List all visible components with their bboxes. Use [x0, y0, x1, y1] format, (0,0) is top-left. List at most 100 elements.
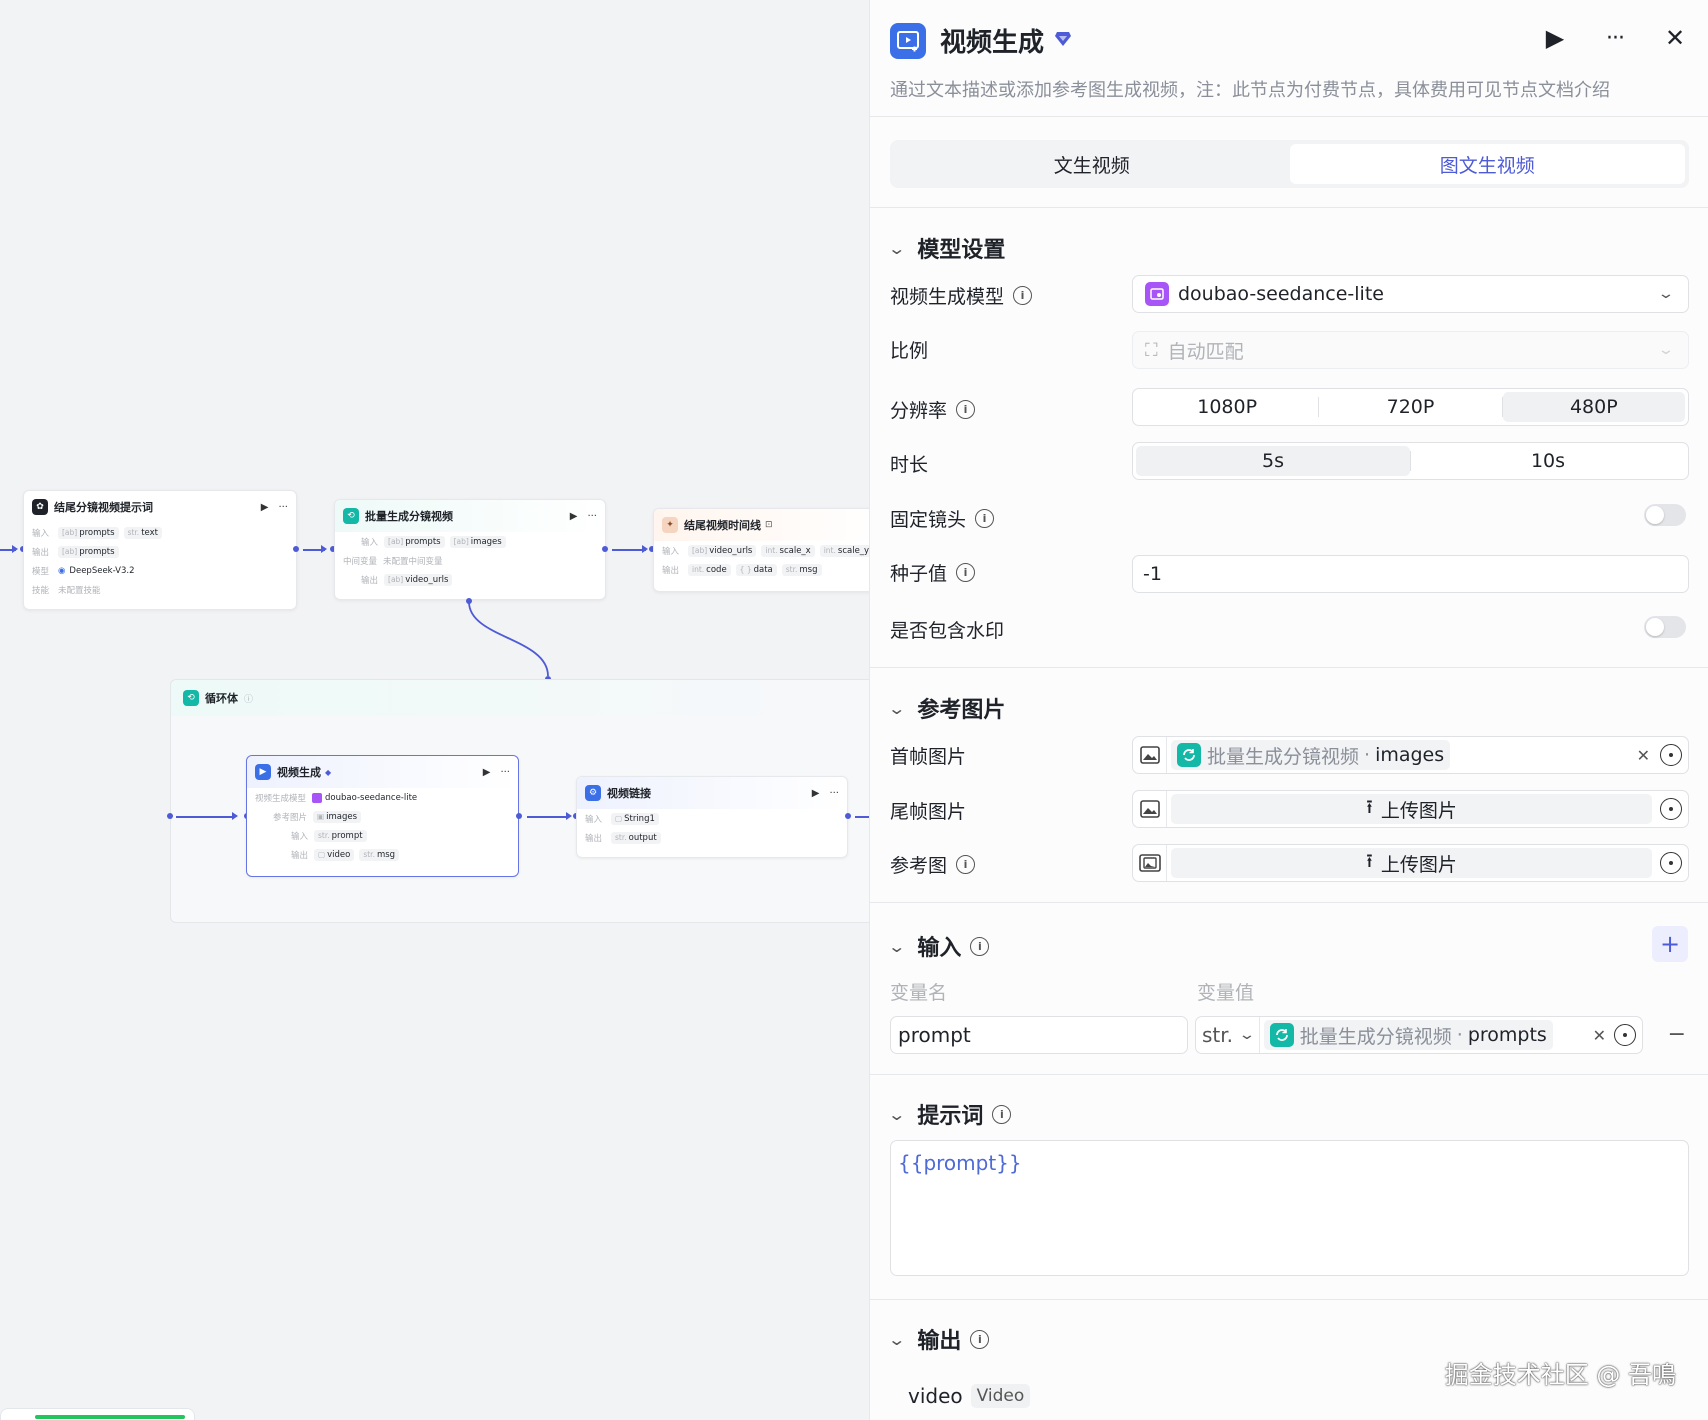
- more-icon[interactable]: ···: [829, 788, 839, 799]
- variable-name-value: prompt: [898, 1023, 971, 1047]
- edge-arrow: [12, 545, 18, 553]
- node-batch[interactable]: ⟲ 批量生成分镜视频 ▶ ··· 输入 [ab] prompts [ab] image…: [334, 499, 606, 600]
- section-prompt-header[interactable]: ⌄ 提示词 i: [887, 1098, 1012, 1130]
- upload-button[interactable]: ⭱ 上传图片: [1171, 848, 1652, 878]
- node-row-input: 输入 [ab] prompts str. text: [24, 523, 296, 542]
- more-icon[interactable]: ···: [1602, 26, 1628, 51]
- section-ref-header[interactable]: ⌄ 参考图片: [887, 692, 1005, 724]
- fixed-camera-toggle[interactable]: [1644, 504, 1686, 526]
- var-tag: [ab] video_urls: [688, 544, 757, 557]
- workflow-canvas[interactable]: ✿ 结尾分镜视频提示词 ▶ ··· 输入 [ab] prompts str. text…: [0, 0, 869, 1420]
- expand-icon: ⛶: [1145, 339, 1158, 361]
- resolution-option-480p[interactable]: 480P: [1502, 392, 1685, 422]
- section-title: 输出: [917, 1329, 962, 1354]
- variable-picker-icon[interactable]: [1660, 798, 1682, 820]
- row-label: 输出: [585, 833, 603, 844]
- info-icon[interactable]: i: [975, 509, 995, 528]
- section-input-header[interactable]: ⌄ 输入 i: [887, 930, 990, 962]
- clear-icon[interactable]: ✕: [1593, 1026, 1606, 1045]
- variable-reference-chip[interactable]: 批量生成分镜视频 · prompts: [1263, 1020, 1553, 1050]
- section-output-header[interactable]: ⌄ 输出 i: [887, 1323, 990, 1355]
- duration-option-5s[interactable]: 5s: [1136, 446, 1410, 476]
- resolution-option-720p[interactable]: 720P: [1319, 392, 1501, 422]
- run-icon[interactable]: ▶: [261, 502, 269, 513]
- prompt-textarea[interactable]: {{prompt}}: [890, 1140, 1689, 1276]
- video-icon: [890, 22, 926, 59]
- watermark-toggle[interactable]: [1644, 616, 1686, 638]
- info-icon: ⓘ: [244, 694, 254, 705]
- info-icon[interactable]: i: [956, 563, 976, 582]
- variable-reference-chip[interactable]: 批量生成分镜视频 · images: [1171, 740, 1451, 770]
- info-icon[interactable]: i: [1013, 286, 1033, 305]
- more-icon[interactable]: ···: [587, 511, 597, 522]
- mid-value: 未配置中间变量: [383, 556, 443, 567]
- output-port[interactable]: [845, 813, 851, 819]
- remove-input-icon[interactable]: −: [1668, 1022, 1686, 1047]
- info-icon[interactable]: i: [956, 855, 976, 874]
- tab-text-to-video[interactable]: 文生视频: [894, 144, 1290, 184]
- output-port[interactable]: [293, 546, 299, 552]
- info-icon[interactable]: i: [956, 400, 976, 419]
- node-row-model: 模型 ◉ DeepSeek-V3.2: [24, 561, 296, 580]
- type-select[interactable]: str. ⌄: [1196, 1017, 1260, 1053]
- seed-input[interactable]: -1: [1132, 555, 1689, 593]
- output-port[interactable]: [516, 813, 522, 819]
- info-icon[interactable]: i: [970, 936, 990, 956]
- var-tag: [ab] prompts: [58, 545, 119, 558]
- more-icon[interactable]: ···: [278, 502, 288, 513]
- node-llm-prompt[interactable]: ✿ 结尾分镜视频提示词 ▶ ··· 输入 [ab] prompts str. text…: [23, 490, 297, 610]
- variable-name-input[interactable]: prompt: [890, 1016, 1188, 1054]
- node-video-gen[interactable]: ▶ 视频生成 ◆ ▶ ··· 视频生成模型 doubao-seedance-lit…: [246, 755, 519, 877]
- model-select[interactable]: doubao-seedance-lite ⌄: [1132, 275, 1689, 313]
- output-port[interactable]: [602, 546, 608, 552]
- node-row-output: 输出 str. output: [577, 828, 847, 847]
- var-tag: str. msg: [359, 848, 400, 861]
- watermark: 掘金技术社区 @ 吾鳴: [1444, 1361, 1676, 1389]
- node-row-output: 输出 [ab] video_urls: [335, 570, 605, 589]
- more-icon[interactable]: ···: [500, 767, 510, 778]
- node-row-output: 输出 [ab] prompts: [24, 542, 296, 561]
- node-video-link[interactable]: ⚙ 视频链接 ▶ ··· 输入 ▢ String1 输出 str. output: [576, 776, 848, 858]
- row-label: 输入: [32, 528, 50, 539]
- plugin-icon: ✦: [662, 517, 678, 533]
- image-icon[interactable]: [1133, 737, 1167, 773]
- input-port[interactable]: [167, 813, 173, 819]
- upload-button[interactable]: ⭱ 上传图片: [1171, 794, 1652, 824]
- label-text: 种子值: [890, 563, 948, 585]
- close-icon[interactable]: ✕: [1662, 24, 1688, 52]
- variable-picker-icon[interactable]: [1660, 744, 1682, 766]
- var-tag: int. scale_y: [819, 544, 869, 557]
- row-label: 输入: [291, 831, 309, 842]
- section-model-header[interactable]: ⌄ 模型设置: [887, 232, 1005, 264]
- row-label: 输入: [585, 814, 603, 825]
- tab-image-text-to-video[interactable]: 图文生视频: [1289, 144, 1685, 184]
- type-value: str.: [1202, 1023, 1234, 1047]
- ref-node-name: 批量生成分镜视频: [1299, 1025, 1452, 1048]
- variable-picker-icon[interactable]: [1660, 852, 1682, 874]
- duration-option-10s[interactable]: 10s: [1411, 446, 1685, 476]
- edge: [612, 549, 646, 551]
- add-input-button[interactable]: +: [1652, 926, 1688, 962]
- node-title: 结尾分镜视频提示词: [54, 501, 153, 514]
- node-row-output: 输出 int. code { } data str. msg: [654, 560, 869, 579]
- info-icon[interactable]: i: [992, 1104, 1012, 1124]
- info-icon[interactable]: i: [970, 1329, 990, 1349]
- node-timeline[interactable]: ✦ 结尾视频时间线 ⊡ 输入 [ab] video_urls int. scale_…: [653, 508, 869, 592]
- loop-connector: [468, 601, 549, 677]
- chevron-down-icon: ⌄: [887, 1104, 907, 1124]
- run-icon[interactable]: ▶: [570, 511, 578, 522]
- variable-picker-icon[interactable]: [1614, 1024, 1636, 1046]
- var-tag: ▢ video: [314, 848, 355, 861]
- image-icon[interactable]: [1133, 791, 1167, 827]
- var-tag: str. prompt: [314, 829, 367, 842]
- gallery-icon[interactable]: [1133, 845, 1167, 881]
- clear-icon[interactable]: ✕: [1637, 746, 1650, 765]
- run-icon[interactable]: ▶: [812, 788, 820, 799]
- loop-port[interactable]: [466, 598, 472, 604]
- resolution-option-1080p[interactable]: 1080P: [1136, 392, 1318, 422]
- edge: [176, 816, 234, 818]
- run-icon[interactable]: ▶: [483, 767, 491, 778]
- code-icon: ⚙: [585, 785, 601, 801]
- run-icon[interactable]: ▶: [1542, 24, 1568, 52]
- minimap[interactable]: [0, 1408, 195, 1420]
